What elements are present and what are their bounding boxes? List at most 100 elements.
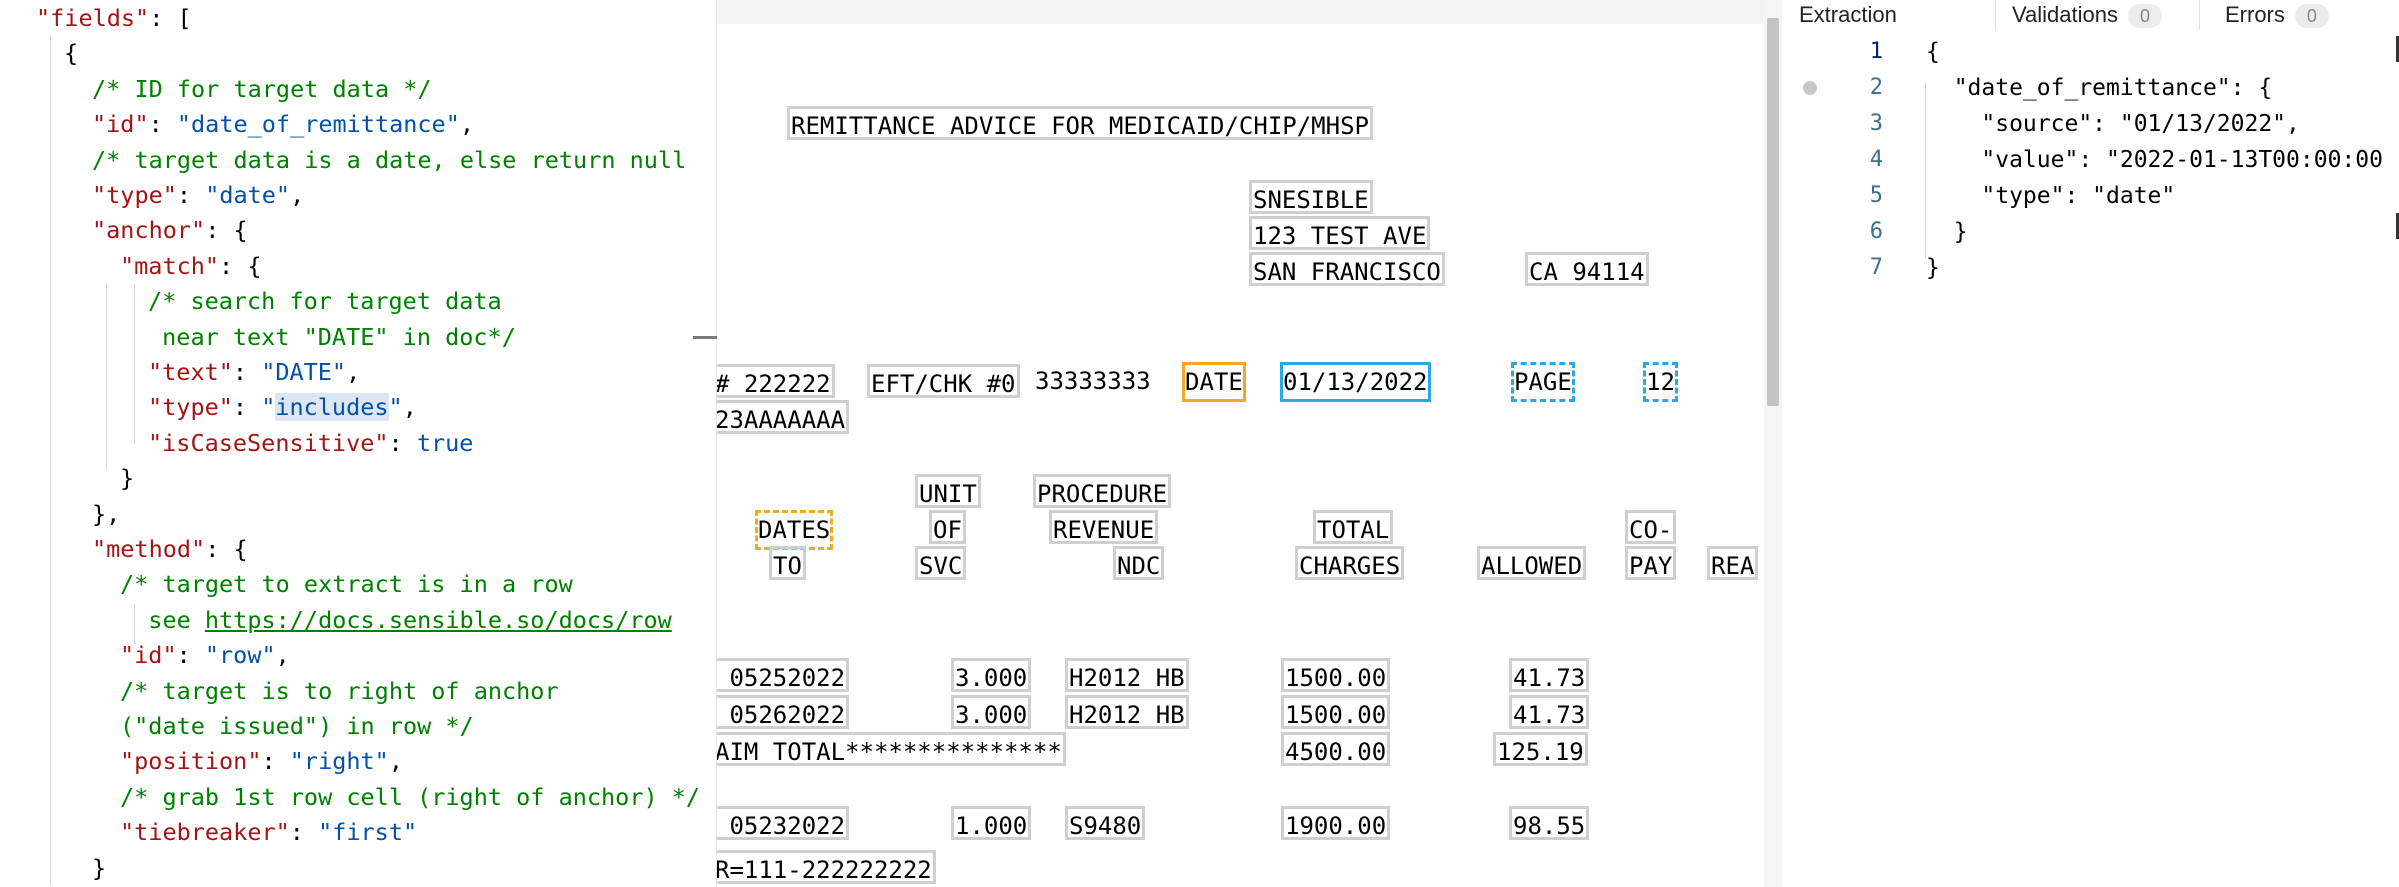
output-tabs: Extraction Validations 0 Errors 0 — [1783, 0, 2399, 30]
document-scrollbar-thumb[interactable] — [1767, 18, 1779, 406]
code-token: : [ — [149, 4, 192, 32]
output-json-line[interactable]: } — [1926, 214, 1968, 250]
code-token: " — [388, 393, 403, 422]
code-line[interactable]: "id": "row", — [120, 640, 290, 670]
code-token: see — [120, 605, 205, 634]
output-json-line[interactable]: "type": "date" — [1926, 178, 2175, 214]
code-token: "type" — [148, 393, 233, 422]
code-token: "method" — [92, 535, 206, 563]
code-line[interactable]: "isCaseSensitive": true — [148, 428, 473, 458]
code-line[interactable]: /* grab 1st row cell (right of anchor) *… — [120, 782, 700, 812]
doc-claim-total-allowed: 125.19 — [1493, 732, 1588, 766]
code-token: /* target to extract is in a row — [120, 570, 573, 599]
tab-label: Validations — [2012, 2, 2118, 27]
code-line[interactable]: "fields": [ — [36, 3, 192, 33]
code-line[interactable]: "type": "includes", — [148, 392, 417, 422]
doc-row-allowed: 41.73 — [1509, 658, 1590, 692]
document-viewer[interactable]: REMITTANCE ADVICE FOR MEDICAID/CHIP/MHSP… — [717, 0, 1764, 887]
panel-resize-handle[interactable] — [693, 336, 717, 339]
code-token: /* search for target data — [148, 287, 502, 316]
tab-label: Extraction — [1799, 2, 1897, 27]
doc-payee-state-zip: CA 94114 — [1525, 252, 1649, 286]
code-token: : — [261, 747, 290, 776]
code-line[interactable]: "position": "right", — [120, 746, 403, 776]
code-line[interactable]: /* target is to right of anchor — [120, 676, 559, 706]
output-json-line[interactable]: "value": "2022-01-13T00:00:00 — [1926, 142, 2396, 178]
doc-payee-street: 123 TEST AVE — [1249, 216, 1431, 250]
line-number: 4 — [1869, 147, 1883, 172]
code-token: : — [232, 393, 262, 422]
tab-validations[interactable]: Validations 0 — [2012, 0, 2162, 30]
code-line[interactable]: } — [120, 463, 134, 493]
doc-title: REMITTANCE ADVICE FOR MEDICAID/CHIP/MHSP — [787, 106, 1373, 140]
code-token: "position" — [120, 747, 262, 776]
doc-row-units: 3.000 — [951, 658, 1032, 692]
code-line[interactable]: "match": { — [120, 251, 262, 281]
code-line[interactable]: "type": "date", — [92, 180, 304, 210]
output-json-line[interactable]: { — [1926, 34, 1940, 70]
doc-eft-number: 33333333 — [1035, 367, 1151, 395]
code-line[interactable]: see https://docs.sensible.so/docs/row — [120, 605, 672, 635]
docs-link[interactable]: https://docs.sensible.so/docs/row — [205, 606, 672, 634]
line-number: 2 — [1869, 75, 1883, 100]
code-line[interactable]: "anchor": { — [92, 215, 248, 245]
code-line[interactable]: ("date issued") in row */ — [120, 711, 474, 741]
code-token: /* grab 1st row cell (right of anchor) *… — [120, 782, 701, 811]
config-code-editor[interactable]: "fields": [ { /* ID for target data */ "id"… — [0, 0, 717, 887]
doc-row-procedure: H2012 HB — [1065, 658, 1189, 692]
code-line[interactable]: /* ID for target data */ — [92, 74, 432, 104]
output-json-line[interactable]: "date_of_remittance": { — [1926, 70, 2273, 106]
code-line[interactable]: }, — [92, 499, 120, 529]
code-line[interactable]: } — [92, 853, 106, 883]
code-token: "text" — [148, 358, 233, 386]
code-token: : — [289, 818, 319, 847]
doc-header-revenue: REVENUE — [1049, 510, 1159, 544]
output-json-line[interactable]: "source": "01/13/2022", — [1926, 106, 2300, 142]
code-token: , — [459, 110, 475, 139]
code-token: "type" — [92, 181, 177, 209]
doc-row-charges: 1500.00 — [1281, 658, 1391, 692]
code-token: "id" — [92, 110, 149, 139]
doc-date-value-target[interactable]: 01/13/2022 — [1280, 362, 1431, 402]
tab-errors[interactable]: Errors 0 — [2225, 0, 2329, 30]
code-line[interactable]: { — [64, 38, 78, 68]
tab-extraction[interactable]: Extraction — [1799, 0, 1897, 30]
code-token: : { — [205, 535, 248, 563]
code-token: : — [176, 641, 205, 670]
output-json-line[interactable]: } — [1926, 250, 1940, 286]
doc-row-units: 1.000 — [951, 806, 1032, 840]
doc-claim-total-label: AIM TOTAL*************** — [717, 732, 1066, 766]
code-token: : — [388, 428, 417, 457]
code-token: /* target data is a date, else return nu… — [92, 145, 687, 174]
code-line[interactable]: "method": { — [92, 534, 248, 564]
code-token: : — [148, 110, 177, 139]
code-token: " — [261, 393, 276, 422]
code-line[interactable]: "tiebreaker": "first" — [120, 817, 417, 847]
code-token: "anchor" — [92, 216, 206, 245]
doc-account: 23AAAAAAA — [717, 400, 850, 434]
doc-row-date: 05232022 — [717, 806, 850, 840]
code-token: : — [232, 358, 262, 386]
code-line[interactable]: "text": "DATE", — [148, 357, 360, 387]
doc-page-label: PAGE — [1511, 362, 1575, 402]
code-token: "tiebreaker" — [120, 818, 290, 847]
doc-header-copay-co: CO- — [1625, 510, 1677, 544]
code-line[interactable]: /* target to extract is in a row — [120, 569, 573, 599]
code-token: : — [176, 181, 206, 209]
doc-row-allowed: 41.73 — [1509, 695, 1590, 729]
code-token: includes — [275, 393, 389, 422]
code-token: "right" — [289, 747, 389, 776]
code-line[interactable]: /* target data is a date, else return nu… — [92, 145, 686, 175]
line-number: 7 — [1869, 255, 1883, 280]
code-line[interactable]: /* search for target data — [148, 286, 502, 316]
doc-date-anchor[interactable]: DATE — [1182, 362, 1246, 402]
code-line[interactable]: "id": "date_of_remittance", — [92, 109, 474, 139]
doc-page-value: 12 — [1643, 362, 1678, 402]
line-number: 1 — [1869, 39, 1883, 64]
doc-payee-city: SAN FRANCISCO — [1249, 252, 1445, 286]
code-line[interactable]: near text "DATE" in doc*/ — [148, 322, 516, 352]
doc-row-date: 05252022 — [717, 658, 850, 692]
doc-header-ndc: NDC — [1113, 546, 1165, 580]
doc-header-copay-pay: PAY — [1625, 546, 1677, 580]
code-token: "date" — [205, 181, 291, 209]
